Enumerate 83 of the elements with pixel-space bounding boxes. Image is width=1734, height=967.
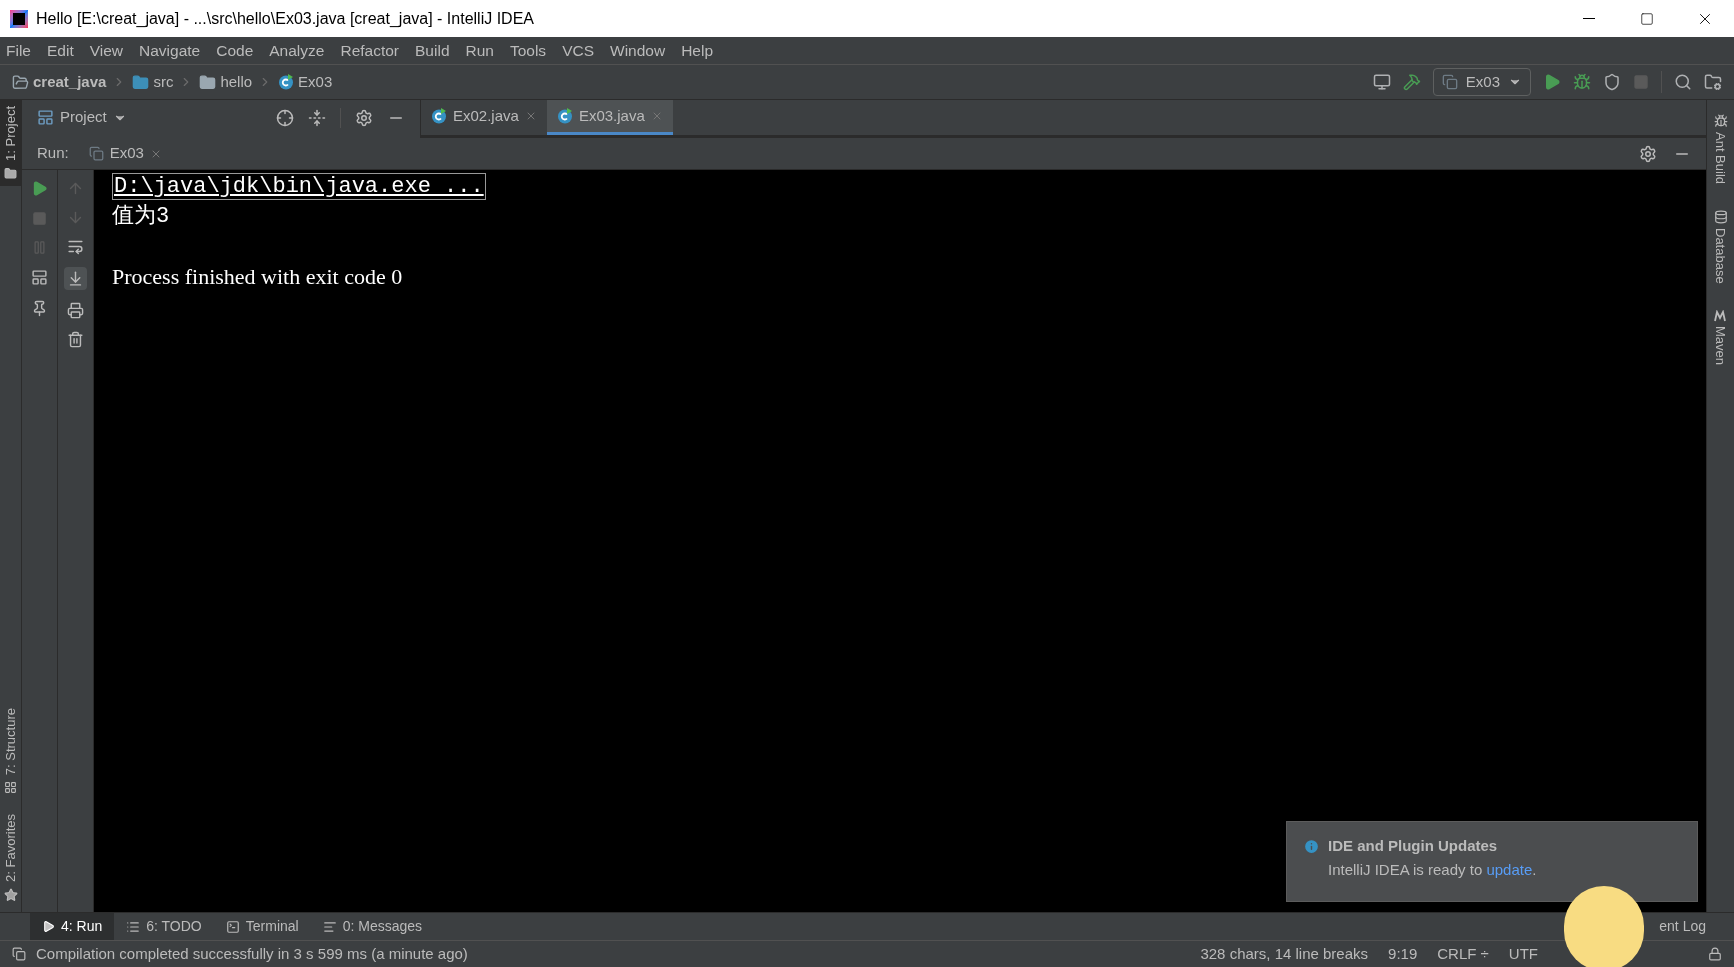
- maven-icon: [1713, 309, 1728, 322]
- collapse-icon[interactable]: [308, 108, 326, 127]
- tool-window-tab[interactable]: 6: TODO: [114, 913, 214, 940]
- database-icon: [1713, 210, 1728, 225]
- editor-tab[interactable]: Ex02.java: [421, 100, 547, 135]
- app-logo-icon: [10, 9, 28, 28]
- notification-title: IDE and Plugin Updates: [1328, 836, 1498, 856]
- project-folder-icon: [12, 73, 29, 91]
- run-icon[interactable]: [1543, 73, 1561, 91]
- project-structure-icon[interactable]: [1704, 73, 1722, 91]
- minimize-icon: [1583, 18, 1595, 19]
- settings-icon[interactable]: [355, 108, 373, 127]
- run-label: Run:: [37, 143, 69, 164]
- run-config-dropdown[interactable]: Ex03: [1432, 68, 1531, 96]
- layout-icon[interactable]: [31, 269, 48, 286]
- menu-item[interactable]: Help: [681, 38, 714, 63]
- menu-item[interactable]: View: [89, 38, 124, 63]
- star-icon: [3, 888, 18, 902]
- tool-window-tab[interactable]: Maven: [1710, 325, 1731, 365]
- menu-item[interactable]: Window: [610, 38, 666, 63]
- status-item[interactable]: UTF: [1508, 942, 1538, 966]
- hammer-icon[interactable]: [1402, 73, 1421, 91]
- menu-item[interactable]: Edit: [47, 38, 74, 63]
- scroll-to-end-button[interactable]: [64, 267, 87, 290]
- project-view-dropdown[interactable]: Project: [60, 106, 107, 129]
- package-icon: [199, 73, 217, 91]
- search-icon[interactable]: [1674, 73, 1692, 91]
- soft-wrap-icon[interactable]: [67, 238, 84, 255]
- status-item[interactable]: 328 chars, 14 line breaks: [1200, 942, 1369, 966]
- run-window-icon[interactable]: [1372, 73, 1391, 91]
- scroll-to-end-icon: [67, 270, 84, 287]
- tool-window-tab[interactable]: 1: Project: [0, 100, 21, 186]
- output-line: 值为3: [112, 203, 171, 231]
- menu-item[interactable]: Navigate: [139, 38, 201, 63]
- folder-icon: [132, 73, 150, 91]
- status-item[interactable]: CRLF ÷: [1437, 942, 1489, 966]
- window-title: Hello [E:\creat_java] - ...\src\hello\Ex03.java [creat_java] - IntelliJ IDEA: [36, 8, 534, 29]
- project-view-icon: [37, 109, 54, 126]
- info-icon: [1303, 837, 1320, 855]
- menu-item[interactable]: Build: [415, 38, 450, 63]
- lock-icon[interactable]: [1708, 947, 1722, 961]
- rerun-icon[interactable]: [31, 180, 48, 197]
- messages-icon: [322, 919, 337, 934]
- menu-item[interactable]: Code: [216, 38, 254, 63]
- structure-icon: [4, 781, 17, 795]
- tool-window-tab[interactable]: 0: Messages: [310, 913, 435, 940]
- menu-item[interactable]: Refactor: [340, 38, 400, 63]
- locate-icon[interactable]: [276, 108, 294, 127]
- folder-icon: [4, 166, 17, 180]
- play-icon: [42, 920, 55, 933]
- breadcrumb-item[interactable]: src: [153, 70, 174, 94]
- menu-item[interactable]: Analyze: [269, 38, 325, 63]
- menu-item[interactable]: VCS: [562, 38, 594, 63]
- update-link[interactable]: update: [1486, 861, 1533, 878]
- maximize-icon: [1640, 11, 1654, 26]
- tool-window-tab[interactable]: Terminal: [213, 913, 311, 940]
- print-icon[interactable]: [67, 302, 84, 319]
- status-item[interactable]: 9:19: [1388, 942, 1418, 966]
- notification-text: IntelliJ IDEA is ready to update.: [1327, 860, 1538, 880]
- menu-item[interactable]: Run: [465, 38, 494, 63]
- tool-window-tab[interactable]: 4: Run: [30, 913, 115, 940]
- tool-window-tab[interactable]: 7: Structure: [0, 707, 21, 776]
- tool-window-tab[interactable]: Database: [1710, 228, 1731, 284]
- class-icon: [556, 108, 573, 124]
- tool-window-tab[interactable]: Ant Build: [1710, 132, 1731, 185]
- class-icon: [278, 74, 295, 90]
- debug-icon[interactable]: [1573, 73, 1591, 91]
- menu-item[interactable]: Tools: [509, 38, 547, 63]
- breadcrumb-item[interactable]: Ex03: [298, 70, 333, 94]
- event-log-tab[interactable]: ent Log: [1659, 916, 1706, 937]
- class-icon: [431, 108, 447, 124]
- trash-icon[interactable]: [67, 331, 84, 348]
- terminal-icon: [225, 919, 240, 934]
- pin-icon[interactable]: [31, 300, 48, 317]
- editor-tab[interactable]: Ex03.java: [546, 100, 673, 135]
- breadcrumb-item[interactable]: creat_java: [33, 70, 107, 94]
- list-icon: [126, 919, 141, 934]
- tool-window-tab[interactable]: 2: Favorites: [0, 814, 21, 882]
- exit-message: Process finished with exit code 0: [112, 263, 404, 291]
- status-message: Compilation completed successfully in 3 s 599 ms (a minute ago): [36, 943, 468, 964]
- settings-icon[interactable]: [1639, 144, 1657, 163]
- menu-item[interactable]: File: [6, 38, 31, 63]
- breadcrumb-item[interactable]: hello: [220, 70, 253, 94]
